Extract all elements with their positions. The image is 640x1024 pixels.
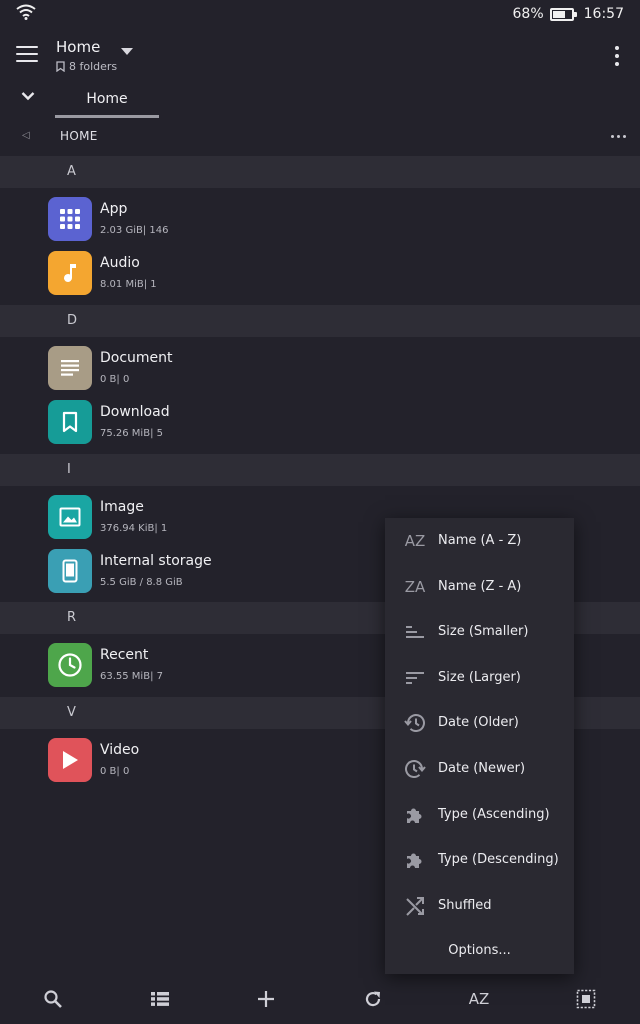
item-name: Recent (100, 647, 149, 663)
sort-az-icon: AZ (404, 532, 426, 550)
list-item[interactable]: Document 0 B| 0 (0, 341, 640, 395)
sort-size-desc-icon (403, 666, 427, 690)
tab-home[interactable]: Home (55, 82, 159, 118)
sort-name-desc[interactable]: ZA Name (Z - A) (385, 564, 574, 610)
item-meta: 0 B| 0 (100, 374, 130, 385)
image-icon (48, 495, 92, 539)
list-item[interactable]: App 2.03 GiB| 146 (0, 192, 640, 246)
sort-shuffled[interactable]: Shuffled (385, 883, 574, 929)
sort-name-asc[interactable]: AZ Name (A - Z) (385, 518, 574, 564)
section-header: D (0, 305, 640, 337)
chevron-down-icon[interactable] (21, 91, 35, 101)
grid-icon (48, 197, 92, 241)
item-name: Image (100, 499, 144, 515)
sort-size-desc[interactable]: Size (Larger) (385, 655, 574, 701)
sort-size-asc[interactable]: Size (Smaller) (385, 609, 574, 655)
music-note-icon (48, 251, 92, 295)
item-meta: 63.55 MiB| 7 (100, 671, 163, 682)
menu-icon[interactable] (16, 46, 38, 64)
item-name: Video (100, 742, 140, 758)
item-meta: 376.94 KiB| 1 (100, 523, 168, 534)
phone-icon (48, 549, 92, 593)
item-name: Audio (100, 255, 140, 271)
section-header: I (0, 454, 640, 486)
breadcrumb-home[interactable]: HOME (60, 129, 98, 143)
sort-menu: AZ Name (A - Z) ZA Name (Z - A) Size (Sm… (385, 518, 574, 974)
sort-date-newer[interactable]: Date (Newer) (385, 746, 574, 792)
list-view-icon[interactable] (147, 986, 173, 1012)
battery-icon (549, 7, 577, 21)
breadcrumb-back-icon[interactable]: ◁ (22, 130, 30, 141)
dropdown-arrow-icon[interactable] (121, 48, 133, 55)
add-icon[interactable] (253, 986, 279, 1012)
sort-button[interactable]: AZ (466, 986, 492, 1012)
bottom-toolbar: AZ (0, 974, 640, 1024)
sort-type-desc[interactable]: Type (Descending) (385, 837, 574, 883)
more-horiz-icon[interactable] (611, 135, 626, 138)
page-title[interactable]: Home (56, 38, 100, 56)
app-bar: Home 8 folders (0, 30, 640, 82)
status-bar: 68% 16:57 (0, 0, 640, 30)
battery-percent: 68% (512, 6, 544, 22)
sort-size-asc-icon (403, 620, 427, 644)
tab-row: Home (0, 82, 640, 120)
item-name: Internal storage (100, 553, 212, 569)
folder-count: 8 folders (56, 60, 117, 73)
puzzle-icon (403, 803, 427, 827)
shuffle-icon (403, 894, 427, 918)
more-vert-icon[interactable] (614, 46, 620, 66)
item-meta: 0 B| 0 (100, 766, 130, 777)
breadcrumb: ◁ HOME (0, 122, 640, 152)
sort-options[interactable]: Options... (385, 928, 574, 974)
wifi-icon (16, 4, 36, 20)
item-name: Download (100, 404, 170, 420)
sort-type-asc[interactable]: Type (Ascending) (385, 792, 574, 838)
puzzle-icon (403, 848, 427, 872)
item-meta: 5.5 GiB / 8.8 GiB (100, 577, 183, 588)
item-name: Document (100, 350, 173, 366)
list-item[interactable]: Download 75.26 MiB| 5 (0, 395, 640, 449)
item-meta: 2.03 GiB| 146 (100, 225, 169, 236)
search-icon[interactable] (40, 986, 66, 1012)
clock-icon (48, 643, 92, 687)
document-icon (48, 346, 92, 390)
list-item[interactable]: Audio 8.01 MiB| 1 (0, 246, 640, 300)
history-icon (403, 711, 427, 735)
select-all-icon[interactable] (573, 986, 599, 1012)
section-header: A (0, 156, 640, 188)
play-icon (48, 738, 92, 782)
item-meta: 75.26 MiB| 5 (100, 428, 163, 439)
clock-forward-icon (403, 757, 427, 781)
bookmark-small-icon (56, 61, 65, 72)
refresh-icon[interactable] (360, 986, 386, 1012)
bookmark-icon (48, 400, 92, 444)
sort-za-icon: ZA (404, 577, 426, 596)
item-name: App (100, 201, 128, 217)
clock: 16:57 (583, 6, 624, 22)
sort-date-older[interactable]: Date (Older) (385, 700, 574, 746)
item-meta: 8.01 MiB| 1 (100, 279, 157, 290)
